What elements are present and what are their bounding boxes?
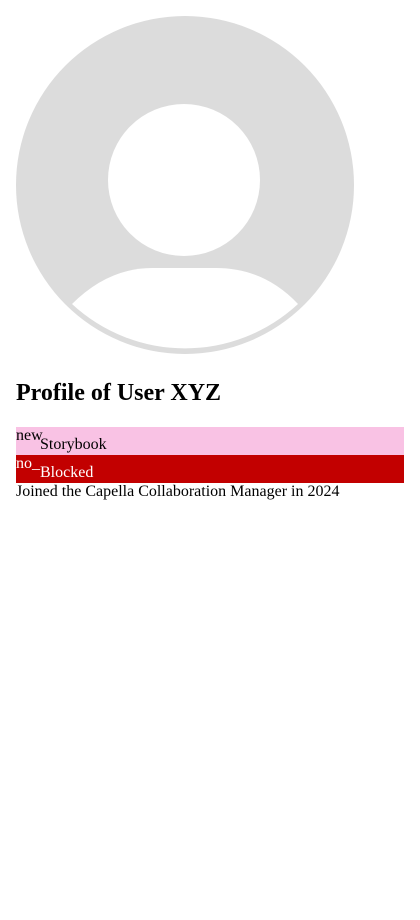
badge-storybook: new Storybook (16, 427, 404, 455)
page-title: Profile of User XYZ (16, 380, 222, 406)
avatar (16, 16, 356, 356)
person-silhouette-icon (16, 16, 354, 354)
joined-text: Joined the Capella Collaboration Manager… (16, 483, 340, 500)
badge-blocked: no_ Blocked (16, 455, 404, 483)
badge-label: Storybook (40, 436, 107, 453)
badge-label: Blocked (40, 464, 94, 481)
block-icon: no_ (16, 455, 40, 472)
new-icon: new (16, 427, 43, 444)
